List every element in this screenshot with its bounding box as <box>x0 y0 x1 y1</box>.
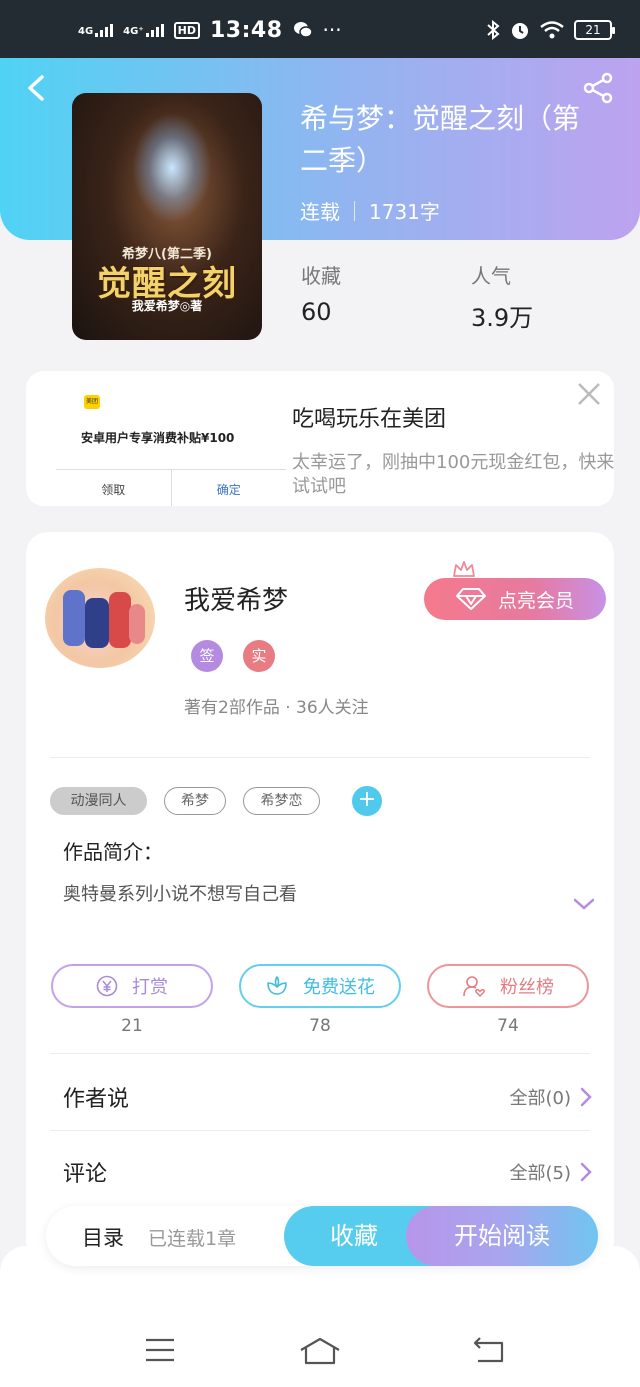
menu-icon[interactable] <box>144 1336 176 1364</box>
meta-divider <box>354 200 355 221</box>
intro-label: 作品简介： <box>63 840 163 864</box>
serial-info: 已连载1章 <box>148 1228 237 1250</box>
ad-title: 吃喝玩乐在美团 <box>292 407 447 432</box>
tip-button[interactable]: 打赏 <box>51 964 213 1008</box>
flower-count: 78 <box>309 1016 331 1036</box>
flower-icon <box>267 976 287 995</box>
home-icon[interactable] <box>298 1336 342 1366</box>
cover-author: 我爱希梦◎著 <box>131 299 203 313</box>
chevron-down-icon[interactable] <box>572 896 596 912</box>
popularity-value: 3.9万 <box>471 304 534 332</box>
free-flower-button[interactable]: 免费送花 <box>239 964 401 1008</box>
book-cover[interactable]: 希梦八(第二季) 觉醒之刻 我爱希梦◎著 <box>72 93 262 340</box>
ad-thumb-text: 安卓用户专享消费补贴¥100 <box>81 431 235 445</box>
divider <box>50 1053 590 1054</box>
comments-row[interactable]: 评论 全部(5) <box>63 1152 593 1192</box>
crown-icon <box>453 561 475 577</box>
book-meta: 连载 1731字 <box>300 196 440 225</box>
ad-confirm-label: 确定 <box>170 470 287 506</box>
ad-banner[interactable]: 美团 安卓用户专享消费补贴¥100 领取 确定 吃喝玩乐在美团 太幸运了，刚抽中… <box>26 371 614 506</box>
favorites-value: 60 <box>301 298 332 326</box>
tag-item[interactable]: 希梦恋 <box>243 787 320 815</box>
network-label-2: 4G⁺ <box>123 26 144 37</box>
author-avatar[interactable] <box>45 568 155 668</box>
network-label-1: 4G <box>78 26 94 37</box>
chevron-right-icon <box>580 1162 592 1182</box>
book-title: 希与梦：觉醒之刻（第二季） <box>300 102 581 177</box>
divider <box>50 1130 590 1131</box>
signal-2: 4G⁺ <box>123 23 164 37</box>
ad-claim-label: 领取 <box>101 483 126 497</box>
author-name[interactable]: 我爱希梦 <box>184 580 288 617</box>
yen-icon <box>96 975 118 997</box>
add-tag-button[interactable]: + <box>352 786 382 816</box>
signed-badge: 签 <box>191 640 223 672</box>
signal-1: 4G <box>78 23 114 37</box>
divider <box>50 757 590 758</box>
diamond-icon <box>455 588 486 610</box>
verified-badge: 实 <box>243 640 275 672</box>
author-says-row[interactable]: 作者说 全部(0) <box>63 1077 593 1117</box>
flower-label: 免费送花 <box>303 977 375 998</box>
cover-art <box>132 113 212 223</box>
return-icon[interactable] <box>472 1336 506 1364</box>
author-stats: 著有2部作品 · 36人关注 <box>184 698 369 718</box>
author-says-title: 作者说 <box>63 1087 130 1112</box>
bluetooth-icon <box>487 20 500 40</box>
vip-button-label: 点亮会员 <box>497 589 574 612</box>
ad-thumb-buttons: 领取 确定 <box>56 469 286 506</box>
system-nav-bar <box>0 1316 640 1386</box>
alarm-icon <box>512 23 528 39</box>
intro-text: 奥特曼系列小说不想写自己看 <box>63 884 297 905</box>
comments-title: 评论 <box>63 1162 108 1187</box>
battery-indicator: 21 <box>574 20 615 40</box>
fans-label: 粉丝榜 <box>500 977 554 998</box>
author-says-link: 全部(0) <box>509 1088 572 1109</box>
close-icon[interactable] <box>574 379 604 409</box>
fans-count: 74 <box>497 1016 519 1036</box>
tag-item[interactable]: 希梦 <box>164 787 226 815</box>
start-reading-button[interactable]: 开始阅读 <box>406 1206 598 1266</box>
fans-rank-button[interactable]: 粉丝榜 <box>427 964 589 1008</box>
vip-button[interactable]: 点亮会员 <box>424 578 606 620</box>
ad-text: 太幸运了，刚抽中100元现金红包，快来试试吧 <box>292 452 614 497</box>
status-time: 13:48 <box>209 17 283 43</box>
comments-link: 全部(5) <box>509 1163 572 1184</box>
more-dots: ··· <box>322 18 342 42</box>
popularity-label: 人气 <box>471 264 511 288</box>
chevron-right-icon <box>580 1087 592 1107</box>
hd-indicator: HD <box>173 21 200 39</box>
tag-item[interactable]: 动漫同人 <box>50 787 147 815</box>
favorites-label: 收藏 <box>301 264 341 288</box>
read-action-bar: 目录 已连载1章 收藏 开始阅读 <box>46 1206 598 1266</box>
back-icon[interactable] <box>24 74 48 102</box>
fans-icon <box>463 976 485 998</box>
tip-label: 打赏 <box>132 977 168 998</box>
toc-button[interactable]: 目录 <box>82 1222 124 1252</box>
tip-count: 21 <box>121 1016 143 1036</box>
wifi-icon <box>540 21 564 39</box>
word-count: 1731字 <box>369 200 440 224</box>
status-bar: 4G 4G⁺ HD 13:48 ··· 21 <box>0 0 640 60</box>
ad-thumbnail: 美团 安卓用户专享消费补贴¥100 领取 确定 <box>56 381 286 506</box>
meituan-logo: 美团 <box>84 395 100 409</box>
book-status: 连载 <box>300 200 340 224</box>
wechat-icon <box>293 22 313 38</box>
